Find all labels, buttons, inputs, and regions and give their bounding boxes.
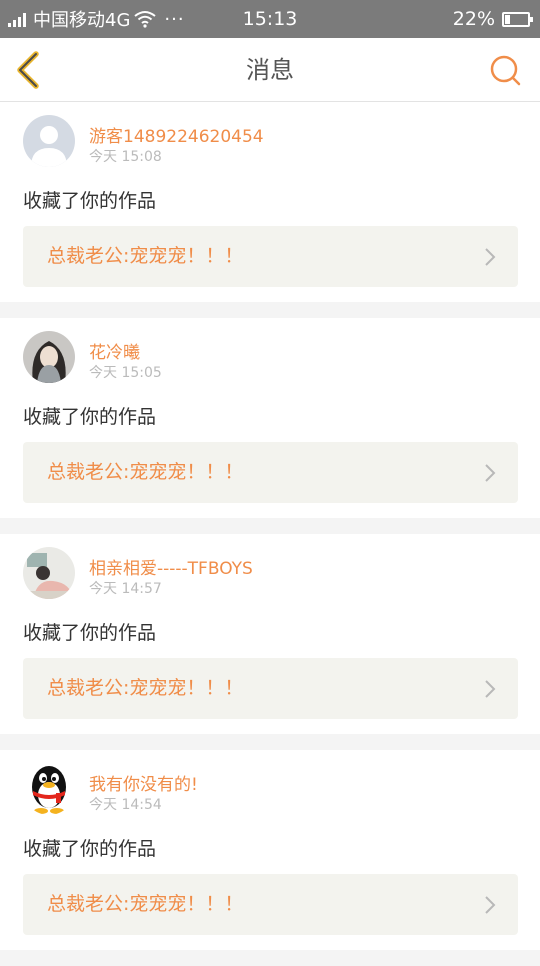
more-dots: ···	[164, 8, 185, 30]
photo-avatar[interactable]	[23, 547, 75, 599]
status-right: 22%	[452, 0, 533, 38]
penguin-avatar[interactable]	[23, 763, 75, 815]
message-list: 游客1489224620454 今天 15:08 收藏了你的作品 总裁老公:宠宠…	[0, 102, 540, 966]
work-title: 总裁老公:宠宠宠！！！	[47, 461, 244, 483]
battery-percent: 22%	[452, 8, 495, 30]
user-name[interactable]: 相亲相爱-----TFBOYS	[89, 554, 253, 579]
message-time: 今天 14:54	[89, 797, 162, 813]
status-bar: 中国移动4G ··· 15:13 22%	[0, 0, 540, 38]
chevron-right-icon	[485, 248, 496, 266]
user-name[interactable]: 游客1489224620454	[89, 122, 264, 147]
message-card: 游客1489224620454 今天 15:08 收藏了你的作品 总裁老公:宠宠…	[0, 102, 540, 302]
signal-icon	[8, 11, 28, 27]
wifi-icon	[134, 11, 157, 28]
chevron-right-icon	[485, 464, 496, 482]
work-title: 总裁老公:宠宠宠！！！	[47, 245, 244, 267]
page-title: 消息	[246, 56, 294, 84]
nav-header: 消息	[0, 38, 540, 102]
work-link[interactable]: 总裁老公:宠宠宠！！！	[23, 874, 518, 935]
user-name[interactable]: 花冷曦	[89, 338, 140, 363]
user-name[interactable]: 我有你没有的!	[89, 770, 198, 795]
action-text: 收藏了你的作品	[23, 190, 157, 212]
message-card: 花冷曦 今天 15:05 收藏了你的作品 总裁老公:宠宠宠！！！	[0, 318, 540, 518]
chevron-left-icon[interactable]	[8, 48, 52, 92]
search-icon[interactable]	[488, 53, 522, 87]
work-link[interactable]: 总裁老公:宠宠宠！！！	[23, 658, 518, 719]
battery-icon	[502, 11, 533, 27]
work-link[interactable]: 总裁老公:宠宠宠！！！	[23, 442, 518, 503]
message-time: 今天 15:05	[89, 365, 162, 381]
message-card: 相亲相爱-----TFBOYS 今天 14:57 收藏了你的作品 总裁老公:宠宠…	[0, 534, 540, 734]
work-title: 总裁老公:宠宠宠！！！	[47, 677, 244, 699]
action-text: 收藏了你的作品	[23, 622, 157, 644]
chevron-right-icon	[485, 680, 496, 698]
action-text: 收藏了你的作品	[23, 406, 157, 428]
message-time: 今天 14:57	[89, 581, 162, 597]
status-left: 中国移动4G ···	[8, 0, 189, 38]
message-card: 我有你没有的! 今天 14:54 收藏了你的作品 总裁老公:宠宠宠！！！	[0, 750, 540, 950]
work-title: 总裁老公:宠宠宠！！！	[47, 893, 244, 915]
default-avatar[interactable]	[23, 115, 75, 167]
carrier-label: 中国移动4G	[33, 10, 131, 31]
message-time: 今天 15:08	[89, 149, 162, 165]
photo-avatar[interactable]	[23, 331, 75, 383]
work-link[interactable]: 总裁老公:宠宠宠！！！	[23, 226, 518, 287]
action-text: 收藏了你的作品	[23, 838, 157, 860]
chevron-right-icon	[485, 896, 496, 914]
